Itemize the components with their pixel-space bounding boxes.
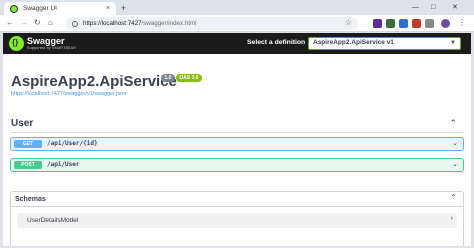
spec-link[interactable]: https://localhost:7427/swagger/v1/swagge… bbox=[11, 91, 126, 97]
chevron-down-icon[interactable]: ⌄ bbox=[452, 139, 458, 147]
tag-section-title: User bbox=[11, 118, 34, 129]
swagger-logo-icon[interactable]: {} bbox=[9, 36, 24, 51]
definition-select[interactable]: AspireApp2.ApiService v1 ▼ bbox=[308, 37, 461, 50]
swagger-brand-sub: Supported by SMARTBEAR bbox=[27, 46, 77, 50]
page-viewport: {} Swagger Supported by SMARTBEAR Select… bbox=[3, 33, 471, 246]
url-text[interactable]: https://localhost:7427/swagger/index.htm… bbox=[83, 20, 197, 27]
browser-tab[interactable]: Swagger UI × bbox=[4, 2, 116, 15]
definition-select-value: AspireApp2.ApiService v1 bbox=[313, 39, 394, 46]
extension-icon[interactable] bbox=[399, 19, 408, 28]
api-title: AspireApp2.ApiService bbox=[11, 73, 177, 90]
method-badge: GET bbox=[14, 140, 42, 148]
method-badge: POST bbox=[14, 161, 42, 169]
profile-avatar[interactable] bbox=[441, 19, 450, 28]
swagger-favicon-icon bbox=[10, 4, 18, 13]
schema-model-name: UserDetailsModel bbox=[27, 217, 79, 224]
extensions-puzzle-icon[interactable] bbox=[425, 19, 434, 28]
address-bar[interactable]: https://localhost:7427/swagger/index.htm… bbox=[66, 17, 358, 30]
chevron-right-icon[interactable]: › bbox=[451, 215, 453, 222]
extension-icon[interactable] bbox=[412, 19, 421, 28]
site-info-icon[interactable] bbox=[72, 20, 78, 27]
select-definition-label: Select a definition bbox=[247, 39, 306, 46]
close-tab-icon[interactable]: × bbox=[106, 5, 110, 12]
home-icon[interactable]: ⌂ bbox=[48, 18, 53, 28]
operation-post-user[interactable]: POST /api/User ⌄ bbox=[10, 158, 464, 172]
forward-icon[interactable]: → bbox=[20, 18, 28, 28]
version-badge: 1.0 bbox=[161, 74, 175, 82]
tab-title: Swagger UI bbox=[23, 5, 57, 12]
maximize-icon[interactable]: □ bbox=[431, 2, 435, 13]
operation-get-user[interactable]: GET /api/User/{id} ⌄ bbox=[10, 137, 464, 151]
menu-icon[interactable]: ⋮ bbox=[458, 18, 466, 28]
url-path: /swagger/index.html bbox=[141, 20, 197, 27]
schemas-section: Schemas ⌃ UserDetailsModel › bbox=[10, 191, 464, 246]
swagger-topbar: {} Swagger Supported by SMARTBEAR Select… bbox=[3, 33, 471, 54]
schemas-title: Schemas bbox=[15, 196, 46, 203]
schemas-header[interactable]: Schemas ⌃ bbox=[11, 192, 463, 207]
chevron-up-icon[interactable]: ⌃ bbox=[450, 193, 457, 202]
extension-icon[interactable] bbox=[373, 19, 382, 28]
new-tab-button[interactable]: + bbox=[121, 2, 126, 14]
chevron-down-icon: ▼ bbox=[450, 40, 456, 46]
operation-path: /api/User bbox=[47, 161, 80, 168]
swagger-brand: Swagger bbox=[27, 36, 65, 46]
close-window-icon[interactable]: ✕ bbox=[452, 2, 458, 13]
back-icon[interactable]: ← bbox=[6, 18, 14, 28]
extension-icon[interactable] bbox=[386, 19, 395, 28]
operation-path: /api/User/{id} bbox=[47, 140, 98, 147]
minimize-icon[interactable]: — bbox=[412, 2, 419, 13]
chevron-up-icon[interactable]: ⌃ bbox=[449, 118, 457, 129]
tag-section-header[interactable]: User ⌃ bbox=[11, 118, 463, 133]
reload-icon[interactable]: ↻ bbox=[34, 18, 41, 28]
bookmark-star-icon[interactable]: ☆ bbox=[345, 18, 352, 27]
schema-model-row[interactable]: UserDetailsModel › bbox=[17, 213, 457, 228]
browser-tab-strip: Swagger UI × + — □ ✕ bbox=[0, 0, 474, 15]
url-host: https://localhost:7427 bbox=[83, 20, 142, 27]
chevron-down-icon[interactable]: ⌄ bbox=[452, 160, 458, 168]
oas-badge: OAS 3.0 bbox=[176, 74, 202, 82]
browser-toolbar: ← → ↻ ⌂ https://localhost:7427/swagger/i… bbox=[0, 15, 474, 32]
